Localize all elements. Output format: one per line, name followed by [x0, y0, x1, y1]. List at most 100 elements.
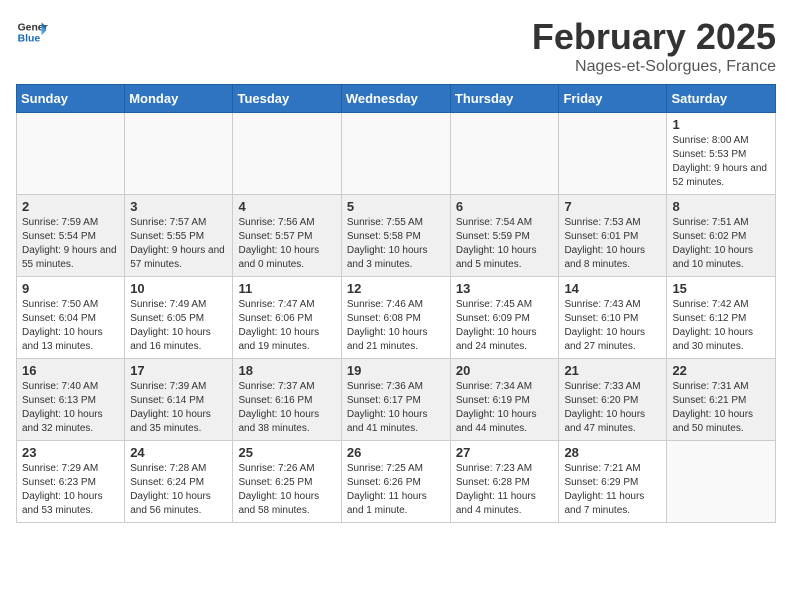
day-number: 28	[564, 445, 661, 460]
table-row: 26 Sunrise: 7:25 AM Sunset: 6:26 PM Dayli…	[341, 441, 450, 523]
table-row: 28 Sunrise: 7:21 AM Sunset: 6:29 PM Dayli…	[559, 441, 667, 523]
svg-text:Blue: Blue	[18, 34, 41, 45]
day-number: 21	[564, 363, 661, 378]
logo-icon: General Blue	[16, 16, 48, 48]
table-row: 15 Sunrise: 7:42 AM Sunset: 6:12 PM Dayli…	[667, 277, 776, 359]
col-friday: Friday	[559, 85, 667, 113]
day-content: Sunrise: 7:21 AM Sunset: 6:29 PM Dayligh…	[564, 462, 661, 518]
month-title: February 2025	[532, 16, 776, 58]
table-row: 7Sunrise: 7:53 AM Sunset: 6:01 PM Daylig…	[559, 195, 667, 277]
day-number: 10	[130, 281, 227, 296]
day-content: Sunrise: 7:50 AM Sunset: 6:04 PM Dayligh…	[22, 298, 119, 354]
table-row: 12 Sunrise: 7:46 AM Sunset: 6:08 PM Dayli…	[341, 277, 450, 359]
day-number: 8	[672, 199, 770, 214]
table-row: 11 Sunrise: 7:47 AM Sunset: 6:06 PM Dayli…	[233, 277, 341, 359]
day-content: Sunrise: 7:49 AM Sunset: 6:05 PM Dayligh…	[130, 298, 227, 354]
calendar: Sunday Monday Tuesday Wednesday Thursday…	[16, 84, 776, 523]
calendar-week-row: 16 Sunrise: 7:40 AM Sunset: 6:13 PM Dayli…	[17, 359, 776, 441]
table-row: 13Sunrise: 7:45 AM Sunset: 6:09 PM Dayli…	[450, 277, 559, 359]
day-content: Sunrise: 7:45 AM Sunset: 6:09 PM Dayligh…	[456, 298, 554, 354]
table-row: 4 Sunrise: 7:56 AM Sunset: 5:57 PM Daylig…	[233, 195, 341, 277]
day-number: 17	[130, 363, 227, 378]
day-number: 4	[238, 199, 335, 214]
table-row: 14 Sunrise: 7:43 AM Sunset: 6:10 PM Dayli…	[559, 277, 667, 359]
table-row: 3Sunrise: 7:57 AM Sunset: 5:55 PM Daylig…	[125, 195, 233, 277]
day-number: 24	[130, 445, 227, 460]
day-content: Sunrise: 7:54 AM Sunset: 5:59 PM Dayligh…	[456, 216, 554, 272]
day-number: 16	[22, 363, 119, 378]
table-row: 24 Sunrise: 7:28 AM Sunset: 6:24 PM Dayli…	[125, 441, 233, 523]
day-content: Sunrise: 7:57 AM Sunset: 5:55 PM Dayligh…	[130, 216, 227, 272]
day-number: 9	[22, 281, 119, 296]
col-monday: Monday	[125, 85, 233, 113]
day-number: 11	[238, 281, 335, 296]
table-row: 10 Sunrise: 7:49 AM Sunset: 6:05 PM Dayli…	[125, 277, 233, 359]
day-content: Sunrise: 7:36 AM Sunset: 6:17 PM Dayligh…	[347, 380, 445, 436]
day-number: 27	[456, 445, 554, 460]
day-content: Sunrise: 7:29 AM Sunset: 6:23 PM Dayligh…	[22, 462, 119, 518]
day-number: 6	[456, 199, 554, 214]
day-content: Sunrise: 7:26 AM Sunset: 6:25 PM Dayligh…	[238, 462, 335, 518]
col-sunday: Sunday	[17, 85, 125, 113]
table-row: 25Sunrise: 7:26 AM Sunset: 6:25 PM Dayli…	[233, 441, 341, 523]
day-content: Sunrise: 7:31 AM Sunset: 6:21 PM Dayligh…	[672, 380, 770, 436]
day-content: Sunrise: 7:47 AM Sunset: 6:06 PM Dayligh…	[238, 298, 335, 354]
table-row: 1 Sunrise: 8:00 AM Sunset: 5:53 PM Daylig…	[667, 113, 776, 195]
day-number: 26	[347, 445, 445, 460]
day-number: 20	[456, 363, 554, 378]
table-row	[125, 113, 233, 195]
page-header: General Blue February 2025 Nages-et-Solo…	[16, 16, 776, 76]
day-content: Sunrise: 8:00 AM Sunset: 5:53 PM Dayligh…	[672, 134, 770, 190]
logo: General Blue	[16, 16, 48, 48]
day-content: Sunrise: 7:56 AM Sunset: 5:57 PM Dayligh…	[238, 216, 335, 272]
title-block: February 2025 Nages-et-Solorgues, France	[532, 16, 776, 76]
day-content: Sunrise: 7:34 AM Sunset: 6:19 PM Dayligh…	[456, 380, 554, 436]
day-number: 1	[672, 117, 770, 132]
day-number: 18	[238, 363, 335, 378]
table-row	[233, 113, 341, 195]
day-content: Sunrise: 7:42 AM Sunset: 6:12 PM Dayligh…	[672, 298, 770, 354]
col-saturday: Saturday	[667, 85, 776, 113]
day-content: Sunrise: 7:55 AM Sunset: 5:58 PM Dayligh…	[347, 216, 445, 272]
day-number: 19	[347, 363, 445, 378]
table-row: 6 Sunrise: 7:54 AM Sunset: 5:59 PM Daylig…	[450, 195, 559, 277]
day-number: 12	[347, 281, 445, 296]
day-number: 23	[22, 445, 119, 460]
calendar-week-row: 1 Sunrise: 8:00 AM Sunset: 5:53 PM Daylig…	[17, 113, 776, 195]
day-number: 14	[564, 281, 661, 296]
day-number: 15	[672, 281, 770, 296]
table-row: 27 Sunrise: 7:23 AM Sunset: 6:28 PM Dayli…	[450, 441, 559, 523]
table-row: 8 Sunrise: 7:51 AM Sunset: 6:02 PM Daylig…	[667, 195, 776, 277]
day-number: 7	[564, 199, 661, 214]
day-number: 2	[22, 199, 119, 214]
table-row	[450, 113, 559, 195]
table-row: 9 Sunrise: 7:50 AM Sunset: 6:04 PM Daylig…	[17, 277, 125, 359]
day-content: Sunrise: 7:23 AM Sunset: 6:28 PM Dayligh…	[456, 462, 554, 518]
table-row: 20 Sunrise: 7:34 AM Sunset: 6:19 PM Dayli…	[450, 359, 559, 441]
day-content: Sunrise: 7:43 AM Sunset: 6:10 PM Dayligh…	[564, 298, 661, 354]
table-row	[559, 113, 667, 195]
day-content: Sunrise: 7:33 AM Sunset: 6:20 PM Dayligh…	[564, 380, 661, 436]
col-tuesday: Tuesday	[233, 85, 341, 113]
day-number: 5	[347, 199, 445, 214]
calendar-week-row: 9 Sunrise: 7:50 AM Sunset: 6:04 PM Daylig…	[17, 277, 776, 359]
table-row	[17, 113, 125, 195]
day-content: Sunrise: 7:28 AM Sunset: 6:24 PM Dayligh…	[130, 462, 227, 518]
table-row: 21 Sunrise: 7:33 AM Sunset: 6:20 PM Dayli…	[559, 359, 667, 441]
table-row	[667, 441, 776, 523]
calendar-week-row: 23 Sunrise: 7:29 AM Sunset: 6:23 PM Dayli…	[17, 441, 776, 523]
table-row: 22Sunrise: 7:31 AM Sunset: 6:21 PM Dayli…	[667, 359, 776, 441]
table-row: 16 Sunrise: 7:40 AM Sunset: 6:13 PM Dayli…	[17, 359, 125, 441]
table-row: 18Sunrise: 7:37 AM Sunset: 6:16 PM Dayli…	[233, 359, 341, 441]
table-row: 5 Sunrise: 7:55 AM Sunset: 5:58 PM Daylig…	[341, 195, 450, 277]
day-content: Sunrise: 7:39 AM Sunset: 6:14 PM Dayligh…	[130, 380, 227, 436]
day-content: Sunrise: 7:51 AM Sunset: 6:02 PM Dayligh…	[672, 216, 770, 272]
day-content: Sunrise: 7:46 AM Sunset: 6:08 PM Dayligh…	[347, 298, 445, 354]
table-row: 17 Sunrise: 7:39 AM Sunset: 6:14 PM Dayli…	[125, 359, 233, 441]
table-row: 23 Sunrise: 7:29 AM Sunset: 6:23 PM Dayli…	[17, 441, 125, 523]
day-content: Sunrise: 7:59 AM Sunset: 5:54 PM Dayligh…	[22, 216, 119, 272]
table-row: 19 Sunrise: 7:36 AM Sunset: 6:17 PM Dayli…	[341, 359, 450, 441]
day-content: Sunrise: 7:40 AM Sunset: 6:13 PM Dayligh…	[22, 380, 119, 436]
day-content: Sunrise: 7:25 AM Sunset: 6:26 PM Dayligh…	[347, 462, 445, 518]
calendar-header-row: Sunday Monday Tuesday Wednesday Thursday…	[17, 85, 776, 113]
